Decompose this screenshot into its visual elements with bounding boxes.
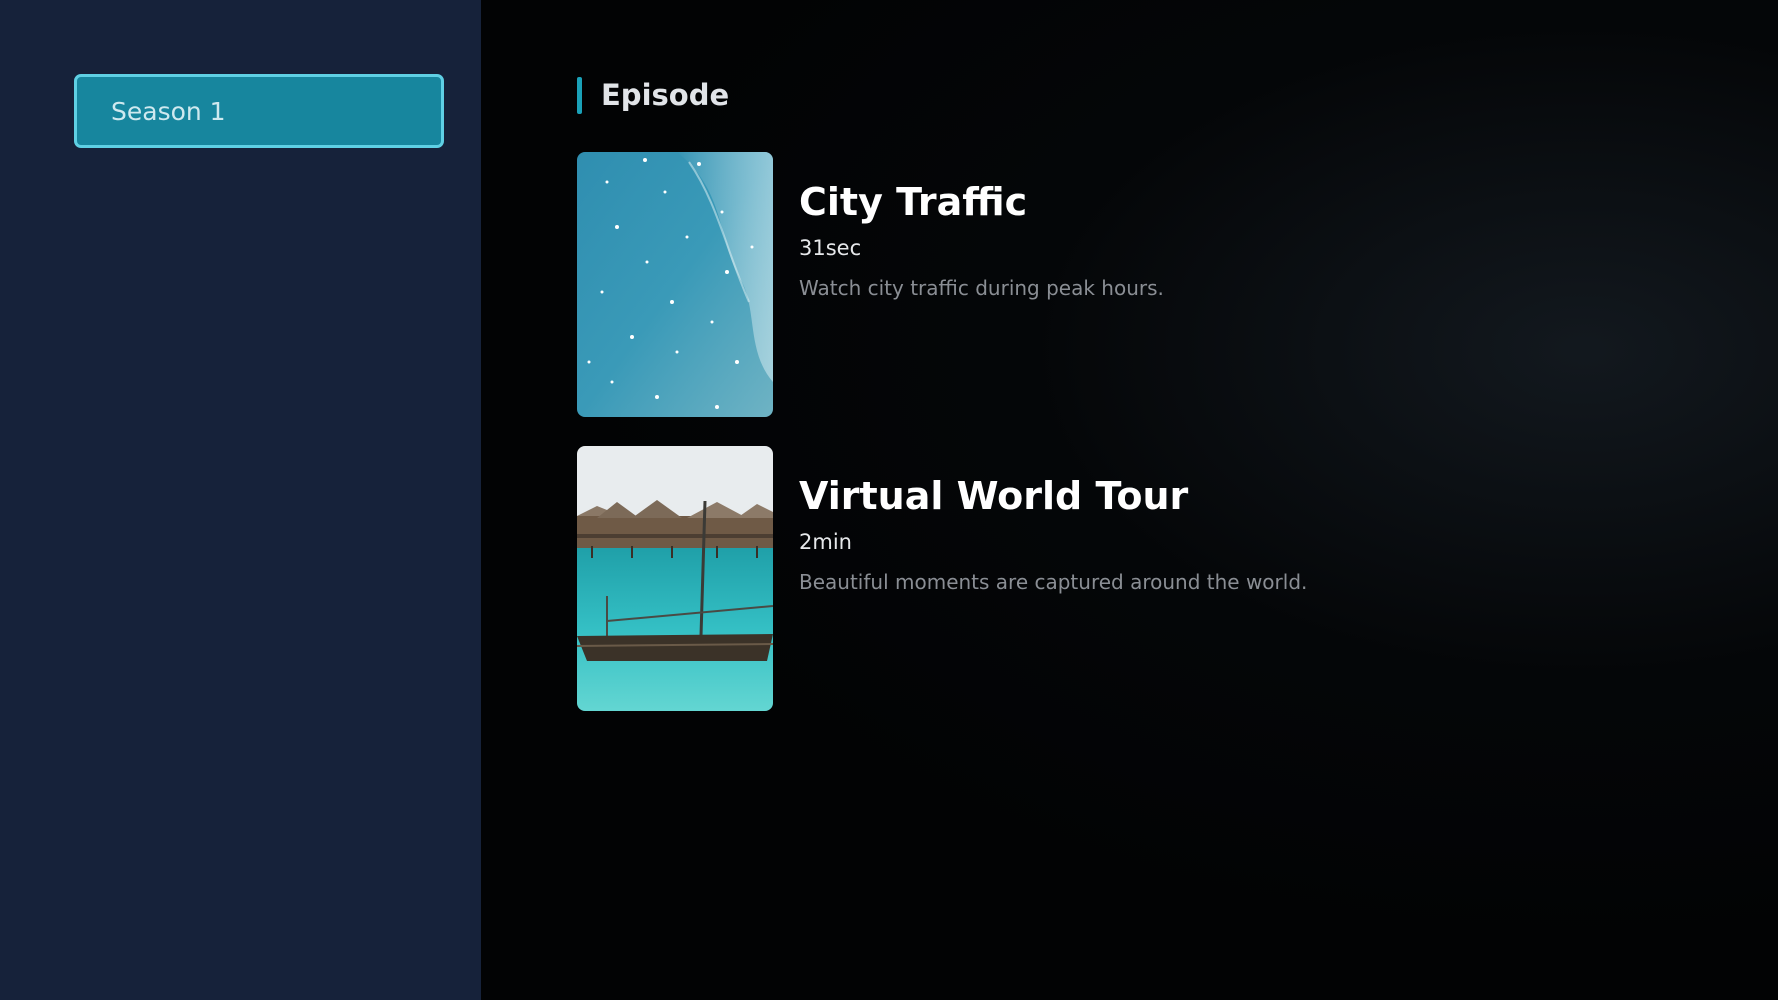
section-accent-bar [577, 76, 582, 114]
episode-panel: Episode City Traffic 31sec Watch city tr… [481, 0, 1778, 1000]
episode-thumbnail[interactable] [577, 152, 773, 417]
episode-duration: 31sec [799, 236, 862, 260]
season-sidebar: Season 1 [0, 0, 481, 1000]
app-root: Season 1 Episode City Traffic 31sec Watc… [0, 0, 1778, 1000]
starry-sky-image [577, 152, 773, 417]
episode-item-virtual-world-tour[interactable]: Virtual World Tour 2min Beautiful moment… [577, 446, 1677, 711]
section-header: Episode [577, 76, 729, 114]
ocean-boat-huts-image [577, 446, 773, 711]
season-1-button[interactable]: Season 1 [74, 74, 444, 148]
episode-item-city-traffic[interactable]: City Traffic 31sec Watch city traffic du… [577, 152, 1677, 417]
section-title: Episode [601, 78, 730, 112]
episode-duration: 2min [799, 530, 852, 554]
episode-thumbnail[interactable] [577, 446, 773, 711]
episode-title: City Traffic [799, 180, 1028, 224]
episode-description: Watch city traffic during peak hours. [799, 276, 1164, 300]
episode-description: Beautiful moments are captured around th… [799, 570, 1308, 594]
episode-title: Virtual World Tour [799, 474, 1189, 518]
